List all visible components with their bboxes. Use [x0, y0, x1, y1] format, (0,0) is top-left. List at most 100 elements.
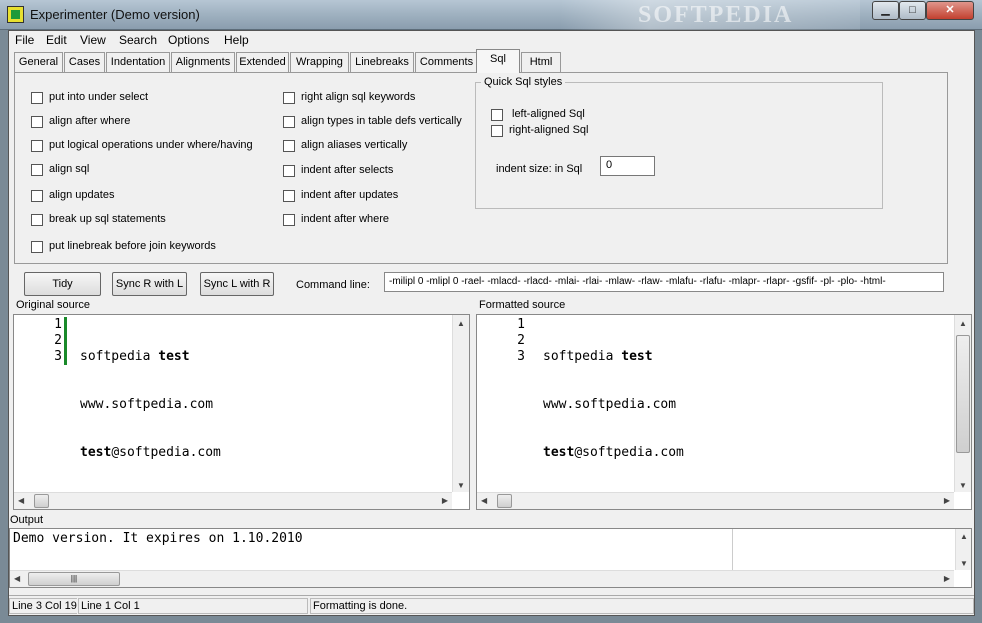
formatted-source-label: Formatted source	[479, 299, 566, 311]
menu-search[interactable]: Search	[119, 33, 157, 47]
command-line-label: Command line:	[296, 279, 370, 291]
command-line-input[interactable]: -milipl 0 -mlipl 0 -rael- -mlacd- -rlacd…	[384, 272, 944, 292]
scroll-right-icon[interactable]: ▶	[442, 496, 448, 505]
formatted-source-editor[interactable]: 1 2 3 softpedia test www.softpedia.com t…	[476, 314, 972, 510]
tab-sql[interactable]: Sql	[476, 49, 520, 73]
line-number: 2	[517, 333, 525, 348]
option-label: align aliases vertically	[301, 139, 408, 151]
option-label: left-aligned Sql	[512, 108, 585, 120]
scroll-thumb[interactable]: |||	[28, 572, 120, 586]
vertical-scrollbar[interactable]: ▲ ▼	[954, 315, 971, 492]
checkbox[interactable]	[283, 214, 295, 226]
code-text[interactable]: softpedia test www.softpedia.com test@so…	[80, 317, 221, 493]
horizontal-scrollbar[interactable]: ◀ ▶	[477, 492, 954, 509]
tab-alignments[interactable]: Alignments	[171, 52, 235, 72]
tab-wrapping[interactable]: Wrapping	[290, 52, 349, 72]
menu-file[interactable]: File	[15, 33, 34, 47]
checkbox[interactable]	[31, 214, 43, 226]
tidy-button[interactable]: Tidy	[24, 272, 101, 296]
scroll-right-icon[interactable]: ▶	[944, 574, 950, 583]
tab-indentation[interactable]: Indentation	[106, 52, 170, 72]
watermark: SOFTPEDIA	[638, 2, 794, 28]
scroll-thumb[interactable]	[497, 494, 512, 508]
app-icon	[7, 6, 24, 23]
original-source-editor[interactable]: 1 2 3 softpedia test www.softpedia.com t…	[13, 314, 470, 510]
scroll-right-icon[interactable]: ▶	[944, 496, 950, 505]
code-text[interactable]: softpedia test www.softpedia.com test@so…	[543, 317, 684, 493]
output-divider	[732, 529, 733, 573]
option-label: align sql	[49, 163, 90, 175]
line-number: 3	[54, 349, 62, 364]
status-cursor-position-right: Line 1 Col 1	[78, 598, 308, 614]
code-line: softpedia test	[80, 349, 190, 364]
output-text: Demo version. It expires on 1.10.2010	[13, 531, 303, 546]
scroll-up-icon[interactable]: ▲	[457, 319, 465, 328]
checkbox[interactable]	[491, 109, 503, 121]
checkbox[interactable]	[31, 190, 43, 202]
status-cursor-position: Line 3 Col 19	[9, 598, 77, 614]
sync-l-with-r-button[interactable]: Sync L with R	[200, 272, 274, 296]
menu-view[interactable]: View	[80, 33, 106, 47]
scroll-up-icon[interactable]: ▲	[959, 319, 967, 328]
close-button[interactable]: ✕	[926, 1, 974, 20]
checkbox[interactable]	[491, 125, 503, 137]
checkbox[interactable]	[283, 92, 295, 104]
tab-cases[interactable]: Cases	[64, 52, 105, 72]
option-label: align after where	[49, 115, 131, 127]
option-label: indent after where	[301, 213, 390, 225]
checkbox[interactable]	[31, 116, 43, 128]
status-bar: Line 3 Col 19 Line 1 Col 1 Formatting is…	[9, 595, 974, 615]
modified-lines-marker	[64, 317, 67, 365]
checkbox[interactable]	[31, 140, 43, 152]
indent-size-input[interactable]: 0	[600, 156, 655, 176]
menu-bar: File Edit View Search Options Help	[9, 31, 974, 49]
code-line: softpedia test	[543, 349, 653, 364]
sync-r-with-l-button[interactable]: Sync R with L	[112, 272, 187, 296]
line-number: 2	[54, 333, 62, 348]
checkbox[interactable]	[31, 164, 43, 176]
menu-edit[interactable]: Edit	[46, 33, 67, 47]
option-label: put linebreak before join keywords	[49, 240, 216, 252]
menu-help[interactable]: Help	[224, 33, 249, 47]
checkbox[interactable]	[283, 116, 295, 128]
scroll-thumb[interactable]	[34, 494, 49, 508]
horizontal-scrollbar[interactable]: ◀ ▶	[14, 492, 452, 509]
option-label: align types in table defs vertically	[301, 115, 462, 127]
scroll-down-icon[interactable]: ▼	[457, 481, 465, 490]
tab-general[interactable]: General	[14, 52, 63, 72]
minimize-button[interactable]: ▁	[872, 1, 899, 20]
quick-sql-styles-group	[475, 82, 883, 209]
tab-comments[interactable]: Comments	[415, 52, 478, 72]
option-label: right-aligned Sql	[509, 124, 589, 136]
tab-html[interactable]: Html	[521, 52, 561, 72]
scroll-left-icon[interactable]: ◀	[18, 496, 24, 505]
option-label: break up sql statements	[49, 213, 166, 225]
checkbox[interactable]	[31, 241, 43, 253]
vertical-scrollbar[interactable]: ▲ ▼	[452, 315, 469, 492]
output-panel[interactable]: Demo version. It expires on 1.10.2010 ▲ …	[9, 528, 972, 588]
checkbox[interactable]	[283, 165, 295, 177]
group-title: Quick Sql styles	[481, 76, 566, 88]
maximize-button[interactable]: □	[899, 1, 926, 20]
tab-extended[interactable]: Extended	[236, 52, 289, 72]
line-number: 1	[517, 317, 525, 332]
checkbox[interactable]	[283, 190, 295, 202]
tab-linebreaks[interactable]: Linebreaks	[350, 52, 414, 72]
line-number-gutter: 1 2 3	[14, 315, 66, 495]
indent-size-label: indent size: in Sql	[496, 163, 583, 175]
checkbox[interactable]	[31, 92, 43, 104]
output-label: Output	[10, 514, 44, 526]
scroll-left-icon[interactable]: ◀	[14, 574, 20, 583]
scroll-down-icon[interactable]: ▼	[960, 559, 968, 568]
vertical-scrollbar[interactable]: ▲ ▼	[955, 529, 971, 570]
scroll-left-icon[interactable]: ◀	[481, 496, 487, 505]
horizontal-scrollbar[interactable]: ◀ ||| ▶	[10, 570, 954, 587]
option-label: indent after updates	[301, 189, 399, 201]
checkbox[interactable]	[283, 140, 295, 152]
scroll-down-icon[interactable]: ▼	[959, 481, 967, 490]
scroll-up-icon[interactable]: ▲	[960, 532, 968, 541]
code-line: www.softpedia.com	[543, 397, 677, 412]
menu-options[interactable]: Options	[168, 33, 209, 47]
option-label: put logical operations under where/havin…	[49, 139, 253, 151]
scroll-thumb[interactable]	[956, 335, 970, 453]
